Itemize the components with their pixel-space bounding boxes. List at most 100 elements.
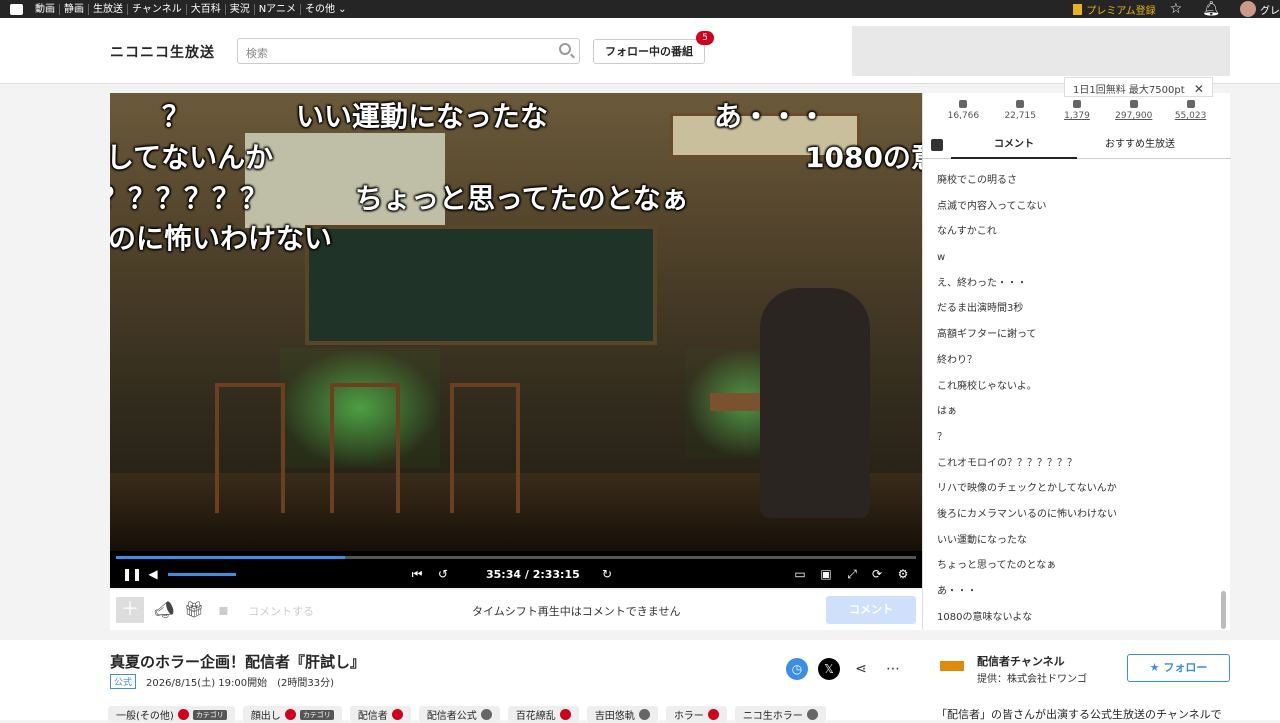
site-logo[interactable]: ニコニコ生放送 bbox=[110, 42, 215, 62]
more-icon[interactable]: ⋯ bbox=[882, 661, 904, 677]
video-player[interactable]: ？ いい運動になったな あ・・・ してないんか 1080の意 ？？？？？？ ちょ… bbox=[110, 93, 922, 588]
tag-item[interactable]: 一般(その他) カテゴリ bbox=[108, 706, 235, 723]
comment-item[interactable]: はぁ bbox=[923, 399, 1223, 425]
comment-item[interactable]: だるま出演時間3秒 bbox=[923, 296, 1223, 322]
user-avatar[interactable] bbox=[1240, 1, 1256, 17]
dictionary-icon[interactable] bbox=[806, 709, 818, 720]
nav-item-channel[interactable]: チャンネル bbox=[128, 3, 187, 15]
search-placeholder: 検索 bbox=[246, 47, 268, 60]
channel-follow-button[interactable]: ★ フォロー bbox=[1127, 654, 1230, 682]
tag-item[interactable]: ホラー bbox=[665, 706, 727, 723]
comment-item[interactable]: 高額ギフターに謝って bbox=[923, 322, 1223, 348]
reload-icon[interactable]: ⟳ bbox=[870, 567, 884, 581]
bell-icon[interactable]: 🔔︎ bbox=[1202, 1, 1220, 17]
forward-10-icon[interactable]: ↻ bbox=[600, 567, 614, 581]
program-actions: ◷ 𝕏 ⋖ ⋯ bbox=[786, 658, 904, 680]
settings-gear-icon[interactable]: ⚙ bbox=[896, 567, 910, 581]
nicoad-icon[interactable]: 📣︎ bbox=[154, 600, 174, 619]
comment-command-button[interactable]: ＋ bbox=[116, 597, 144, 623]
tag-item[interactable]: 配信者 bbox=[349, 706, 411, 723]
volume-slider[interactable] bbox=[168, 573, 236, 576]
stat-gifts[interactable]: 55,023 bbox=[1166, 93, 1216, 131]
lock-icon[interactable] bbox=[559, 709, 571, 720]
channel-logo[interactable] bbox=[940, 661, 964, 671]
comment-toggle-icon[interactable]: ▭ bbox=[793, 567, 807, 581]
comment-item[interactable]: 点滅で内容入ってこない bbox=[923, 194, 1223, 220]
comment-item[interactable]: 1080の意味ないよな bbox=[923, 605, 1223, 631]
fullscreen-icon[interactable]: ⤢ bbox=[845, 567, 859, 581]
rewind-10-icon[interactable]: ↺ bbox=[436, 567, 450, 581]
comment-item[interactable]: これオモロイの？？？？？？？ bbox=[923, 451, 1223, 477]
comment-list[interactable]: 廃校でこの明るさ 点滅で内容入ってこない なんすかこれ w え、終わった・・・ だるま出演… bbox=[923, 168, 1223, 630]
skip-back-icon[interactable]: ⏮︎ bbox=[410, 567, 424, 581]
nav-item-live[interactable]: 生放送 bbox=[89, 3, 128, 15]
tag-item[interactable]: 百花繚乱 bbox=[507, 706, 579, 723]
comment-item[interactable]: w bbox=[923, 245, 1223, 271]
nav-item-jikkyo[interactable]: 実況 bbox=[226, 3, 255, 15]
seek-bar-played bbox=[116, 556, 345, 559]
niconico-home-icon[interactable] bbox=[10, 3, 23, 15]
nav-item-nanime[interactable]: Nアニメ bbox=[255, 3, 301, 15]
share-icon[interactable]: ⋖ bbox=[850, 661, 872, 677]
comment-send-button[interactable]: コメント bbox=[826, 596, 916, 624]
comment-item[interactable]: ちょっと思ってたのとなぁ bbox=[923, 553, 1223, 579]
comment-input[interactable]: コメントする bbox=[248, 603, 314, 619]
comment-item[interactable]: 後ろにカメラマンいるのに怖いわけない bbox=[923, 502, 1223, 528]
comment-item[interactable]: 廃校でこの明るさ bbox=[923, 168, 1223, 194]
comment-item[interactable]: これ廃校じゃないよ。 bbox=[923, 374, 1223, 400]
tag-item[interactable]: ニコ生ホラー bbox=[734, 706, 826, 723]
followed-programs-label: フォロー中の番組 bbox=[605, 45, 693, 58]
theater-mode-icon[interactable]: ▣ bbox=[819, 567, 833, 581]
comment-form: ＋ 📣︎ 🎁︎ ▪ コメントする タイムシフト再生中はコメントできません コメン… bbox=[110, 590, 922, 630]
comment-item[interactable]: え、終わった・・・ bbox=[923, 271, 1223, 297]
comment-bubble-icon: ▪ bbox=[218, 600, 229, 619]
x-share-icon[interactable]: 𝕏 bbox=[818, 658, 840, 680]
user-name[interactable]: グレ bbox=[1260, 2, 1280, 17]
tab-comment[interactable]: コメント bbox=[951, 133, 1077, 159]
tag-list: 一般(その他) カテゴリ 顔出し カテゴリ 配信者 配信者公式 百花繚乱 吉田悠軌 ホラー ニコ生… bbox=[108, 706, 826, 723]
tab-recommend[interactable]: おすすめ生放送 bbox=[1077, 133, 1203, 159]
lock-icon[interactable] bbox=[707, 709, 719, 720]
comment-scrollbar[interactable] bbox=[1221, 591, 1226, 629]
seek-bar[interactable] bbox=[116, 556, 916, 559]
nav-item-dic[interactable]: 大百科 bbox=[187, 3, 226, 15]
comment-item[interactable]: いい運動になったな bbox=[923, 528, 1223, 554]
comment-item[interactable]: リハで映像のチェックとかしてないんか bbox=[923, 476, 1223, 502]
stat-gift-cannon[interactable]: 297,900 bbox=[1109, 93, 1159, 131]
close-icon[interactable]: ✕ bbox=[1194, 82, 1204, 96]
ad-points-icon bbox=[1072, 100, 1081, 108]
premium-link[interactable]: プレミアム登録 bbox=[1073, 2, 1156, 17]
panel-menu-icon[interactable] bbox=[931, 139, 943, 151]
comment-item[interactable]: ？ bbox=[923, 425, 1223, 451]
comments-icon bbox=[1016, 100, 1025, 108]
volume-icon[interactable]: ◀︎ bbox=[146, 567, 160, 581]
clock-icon[interactable]: ◷ bbox=[786, 658, 808, 680]
dictionary-icon[interactable] bbox=[638, 709, 650, 720]
comment-item[interactable]: なんすかこれ bbox=[923, 219, 1223, 245]
channel-name[interactable]: 配信者チャンネル bbox=[977, 653, 1065, 669]
search-input[interactable]: 検索 bbox=[237, 38, 580, 64]
ad-banner[interactable] bbox=[852, 26, 1230, 76]
premium-icon bbox=[1073, 3, 1083, 15]
followed-programs-button[interactable]: フォロー中の番組 5 bbox=[593, 31, 714, 64]
stat-viewers: 16,766 bbox=[938, 93, 988, 131]
tag-item[interactable]: 吉田悠軌 bbox=[586, 706, 658, 723]
lock-icon[interactable] bbox=[284, 709, 296, 720]
lock-icon[interactable] bbox=[391, 709, 403, 720]
nav-item-more[interactable]: その他 ⌄ bbox=[301, 4, 351, 15]
tag-item[interactable]: 顔出し カテゴリ bbox=[242, 706, 342, 723]
pause-icon[interactable]: ❚❚ bbox=[122, 567, 142, 581]
star-icon[interactable]: ☆ bbox=[1170, 1, 1183, 17]
gift-icon[interactable]: 🎁︎ bbox=[184, 600, 204, 619]
comment-panel: 16,766 22,715 1,379 297,900 55,023 コメント … bbox=[922, 93, 1231, 630]
comment-item[interactable]: あ・・・ bbox=[923, 579, 1223, 605]
nav-item-seiga[interactable]: 静画 bbox=[60, 3, 89, 15]
stat-ad-points[interactable]: 1,379 bbox=[1052, 93, 1102, 131]
nav-item-douga[interactable]: 動画 bbox=[31, 3, 60, 15]
comment-item[interactable]: 終わり？ bbox=[923, 348, 1223, 374]
tag-item[interactable]: 配信者公式 bbox=[418, 706, 500, 723]
dictionary-icon[interactable] bbox=[480, 709, 492, 720]
danmaku-comment: ？ bbox=[162, 100, 191, 133]
search-icon[interactable] bbox=[559, 43, 571, 55]
lock-icon[interactable] bbox=[177, 709, 189, 720]
